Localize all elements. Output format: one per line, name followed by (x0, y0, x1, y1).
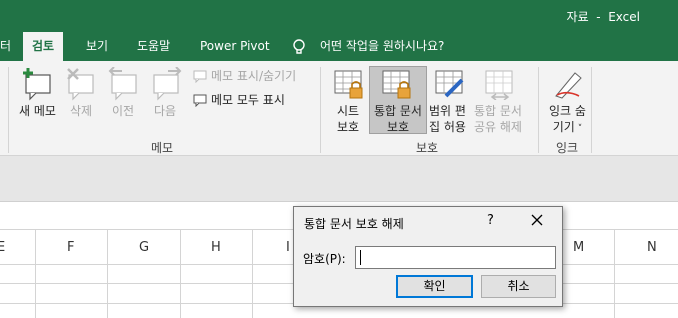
next-comment-button[interactable]: 다음 (154, 103, 176, 119)
allow-edit-ranges-button[interactable]: 범위 편 집 허용 (429, 103, 466, 135)
allow-edit-ranges-icon (435, 70, 464, 98)
protect-workbook-label-1: 통합 문서 (374, 104, 422, 118)
column-header-n[interactable]: N (647, 240, 657, 255)
new-comment-button[interactable]: 새 메모 (19, 103, 56, 119)
grid-line (180, 229, 181, 318)
protect-group-label: 보호 (416, 141, 439, 155)
chevron-down-icon: ˅ (574, 124, 583, 134)
tell-me-search[interactable]: 어떤 작업을 원하시나요? (320, 32, 444, 61)
hide-ink-icon (555, 72, 582, 99)
hide-ink-button[interactable]: 잉크 숨 기기 ˅ (549, 103, 586, 137)
text-caret (360, 250, 361, 265)
tab-view[interactable]: 보기 (86, 32, 108, 61)
protect-sheet-label-2: 보호 (337, 120, 360, 134)
dialog-title: 통합 문서 보호 해제 (304, 217, 404, 231)
group-separator (320, 67, 321, 153)
ribbon: 새 메모 삭제 이전 다음 메모 표시/숨기기 메모 모두 표시 메모 시트 보… (0, 61, 678, 156)
help-button[interactable]: ? (487, 213, 494, 228)
comment-bubble-icon (193, 70, 207, 84)
new-comment-icon (23, 68, 51, 101)
password-label: 암호(P): (303, 252, 346, 266)
tab-data[interactable]: 터 (0, 32, 11, 61)
column-header-g[interactable]: G (139, 240, 149, 255)
delete-comment-button[interactable]: 삭제 (70, 103, 92, 119)
allow-edit-ranges-label-1: 범위 편 (429, 104, 466, 118)
unshare-workbook-icon (485, 70, 513, 100)
column-header-m[interactable]: M (573, 240, 584, 255)
unshare-workbook-label-2: 공유 해제 (474, 120, 522, 134)
group-separator (8, 67, 9, 153)
formula-bar-area (0, 156, 678, 202)
close-icon[interactable] (530, 213, 544, 227)
show-hide-comment-button[interactable]: 메모 표시/숨기기 (193, 67, 296, 85)
protect-workbook-label: 통합 문서 보호 (369, 103, 427, 135)
column-header-h[interactable]: H (211, 240, 221, 255)
protect-sheet-label-1: 시트 (337, 104, 360, 118)
grid-line (614, 229, 615, 318)
protect-workbook-icon (382, 70, 411, 99)
delete-comment-icon (67, 68, 94, 101)
previous-comment-button[interactable]: 이전 (112, 103, 134, 119)
unshare-workbook-label-1: 통합 문서 (474, 104, 522, 118)
grid-line (107, 229, 108, 318)
group-separator (591, 67, 592, 153)
tab-power-pivot[interactable]: Power Pivot (200, 32, 270, 61)
ribbon-tab-row: 터 검토 보기 도움말 Power Pivot 어떤 작업을 원하시나요? (0, 32, 678, 61)
tab-review[interactable]: 검토 (23, 32, 64, 61)
next-comment-icon (153, 67, 182, 101)
ink-group-label: 잉크 (556, 141, 579, 155)
previous-comment-icon (108, 67, 137, 101)
lightbulb-icon (293, 39, 305, 54)
tab-help[interactable]: 도움말 (137, 32, 170, 61)
cancel-button[interactable]: 취소 (481, 275, 556, 298)
comment-bubble-icon (193, 94, 207, 108)
protect-sheet-icon (334, 70, 363, 99)
column-header-i[interactable]: I (286, 240, 290, 255)
column-header-f[interactable]: F (67, 240, 74, 255)
show-all-comments-button[interactable]: 메모 모두 표시 (193, 91, 285, 109)
hide-ink-label-2: 기기 (552, 120, 575, 134)
unshare-workbook-button[interactable]: 통합 문서 공유 해제 (474, 103, 522, 135)
allow-edit-ranges-label-2: 집 허용 (429, 120, 466, 134)
show-all-comments-label: 메모 모두 표시 (211, 93, 285, 107)
grid-line (252, 229, 253, 318)
window-title: 자료 - Excel (566, 10, 640, 24)
ok-button[interactable]: 확인 (396, 275, 473, 298)
memo-group-label: 메모 (151, 141, 174, 155)
column-header-e[interactable]: E (0, 240, 5, 255)
grid-line (35, 229, 36, 318)
title-bar: 자료 - Excel (0, 0, 678, 32)
show-hide-comment-label: 메모 표시/숨기기 (211, 69, 297, 83)
password-input[interactable] (355, 246, 556, 269)
protect-workbook-label-2: 보호 (386, 120, 410, 134)
hide-ink-label-1: 잉크 숨 (549, 104, 586, 118)
group-separator (538, 67, 539, 153)
unprotect-workbook-dialog: 통합 문서 보호 해제 ? 암호(P): 확인 취소 (293, 206, 563, 307)
protect-sheet-button[interactable]: 시트 보호 (337, 103, 359, 135)
